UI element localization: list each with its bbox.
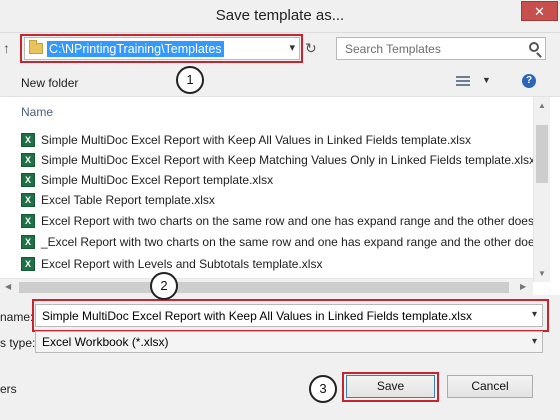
file-name: Excel Table Report template.xlsx: [41, 193, 215, 207]
file-name-value[interactable]: Simple MultiDoc Excel Report with Keep A…: [42, 309, 472, 323]
refresh-icon[interactable]: ↻: [305, 40, 317, 57]
address-bar[interactable]: C:\NPrintingTraining\Templates ▾: [24, 37, 300, 60]
list-item[interactable]: X Excel Report with Levels and Subtotals…: [21, 254, 535, 274]
scroll-left-icon[interactable]: ◀: [5, 282, 11, 291]
file-list: Name X Simple MultiDoc Excel Report with…: [0, 97, 560, 295]
excel-file-icon: X: [21, 257, 35, 271]
list-item[interactable]: X Simple MultiDoc Excel Report with Keep…: [21, 150, 535, 170]
file-name: Simple MultiDoc Excel Report with Keep A…: [41, 133, 471, 147]
list-item[interactable]: X Excel Table Report template.xlsx: [21, 190, 535, 210]
file-name-field[interactable]: Simple MultiDoc Excel Report with Keep A…: [35, 304, 543, 327]
file-name: Simple MultiDoc Excel Report template.xl…: [41, 173, 274, 187]
callout-2: 2: [150, 272, 178, 300]
file-name-label: name:: [0, 310, 34, 324]
search-input[interactable]: Search Templates: [336, 37, 546, 60]
chevron-down-icon[interactable]: ▾: [532, 309, 537, 320]
excel-file-icon: X: [21, 235, 35, 249]
list-item[interactable]: X _Excel Report with two charts on the s…: [21, 232, 535, 252]
vertical-scrollbar[interactable]: ▲ ▼: [533, 97, 550, 282]
search-icon[interactable]: [529, 42, 539, 52]
up-arrow-icon[interactable]: ↑: [3, 40, 10, 56]
title-bar: Save template as... ✕: [0, 0, 560, 33]
address-path[interactable]: C:\NPrintingTraining\Templates: [47, 41, 224, 57]
hide-folders-toggle[interactable]: ers: [0, 382, 17, 396]
excel-file-icon: X: [21, 133, 35, 147]
new-folder-button[interactable]: New folder: [21, 76, 78, 90]
scroll-down-icon[interactable]: ▼: [538, 269, 546, 278]
file-name: Excel Report with Levels and Subtotals t…: [41, 257, 323, 271]
search-placeholder: Search Templates: [345, 42, 441, 56]
excel-file-icon: X: [21, 214, 35, 228]
excel-file-icon: X: [21, 173, 35, 187]
view-dropdown-icon[interactable]: ▼: [482, 75, 491, 85]
save-button[interactable]: Save: [346, 375, 435, 398]
cancel-button[interactable]: Cancel: [447, 375, 533, 398]
callout-3: 3: [309, 375, 337, 403]
list-item[interactable]: X Excel Report with two charts on the sa…: [21, 211, 535, 231]
file-name: _Excel Report with two charts on the sam…: [41, 235, 535, 249]
help-icon[interactable]: ?: [522, 74, 536, 88]
toolbar: New folder ▼ ?: [0, 67, 560, 97]
horizontal-scroll-thumb[interactable]: [19, 282, 509, 293]
vertical-scroll-thumb[interactable]: [536, 125, 548, 183]
list-item[interactable]: X Simple MultiDoc Excel Report template.…: [21, 170, 535, 190]
chevron-down-icon[interactable]: ▾: [532, 336, 537, 347]
column-header-name[interactable]: Name: [21, 105, 53, 119]
save-type-label: s type:: [0, 336, 36, 350]
scroll-right-icon[interactable]: ▶: [520, 282, 526, 291]
excel-file-icon: X: [21, 193, 35, 207]
dialog-title: Save template as...: [215, 7, 345, 24]
folder-icon: [29, 40, 43, 54]
file-name: Excel Report with two charts on the same…: [41, 214, 535, 228]
view-options-icon[interactable]: [456, 76, 470, 87]
save-type-value: Excel Workbook (*.xlsx): [42, 335, 169, 349]
callout-1: 1: [176, 66, 204, 94]
chevron-down-icon[interactable]: ▾: [289, 41, 295, 54]
list-item[interactable]: X Simple MultiDoc Excel Report with Keep…: [21, 130, 535, 150]
save-type-select[interactable]: Excel Workbook (*.xlsx) ▾: [35, 331, 543, 353]
horizontal-scrollbar[interactable]: ◀ ▶: [0, 278, 533, 295]
file-name: Simple MultiDoc Excel Report with Keep M…: [41, 153, 535, 167]
excel-file-icon: X: [21, 153, 35, 167]
scroll-up-icon[interactable]: ▲: [538, 101, 546, 110]
close-button[interactable]: ✕: [521, 1, 558, 21]
